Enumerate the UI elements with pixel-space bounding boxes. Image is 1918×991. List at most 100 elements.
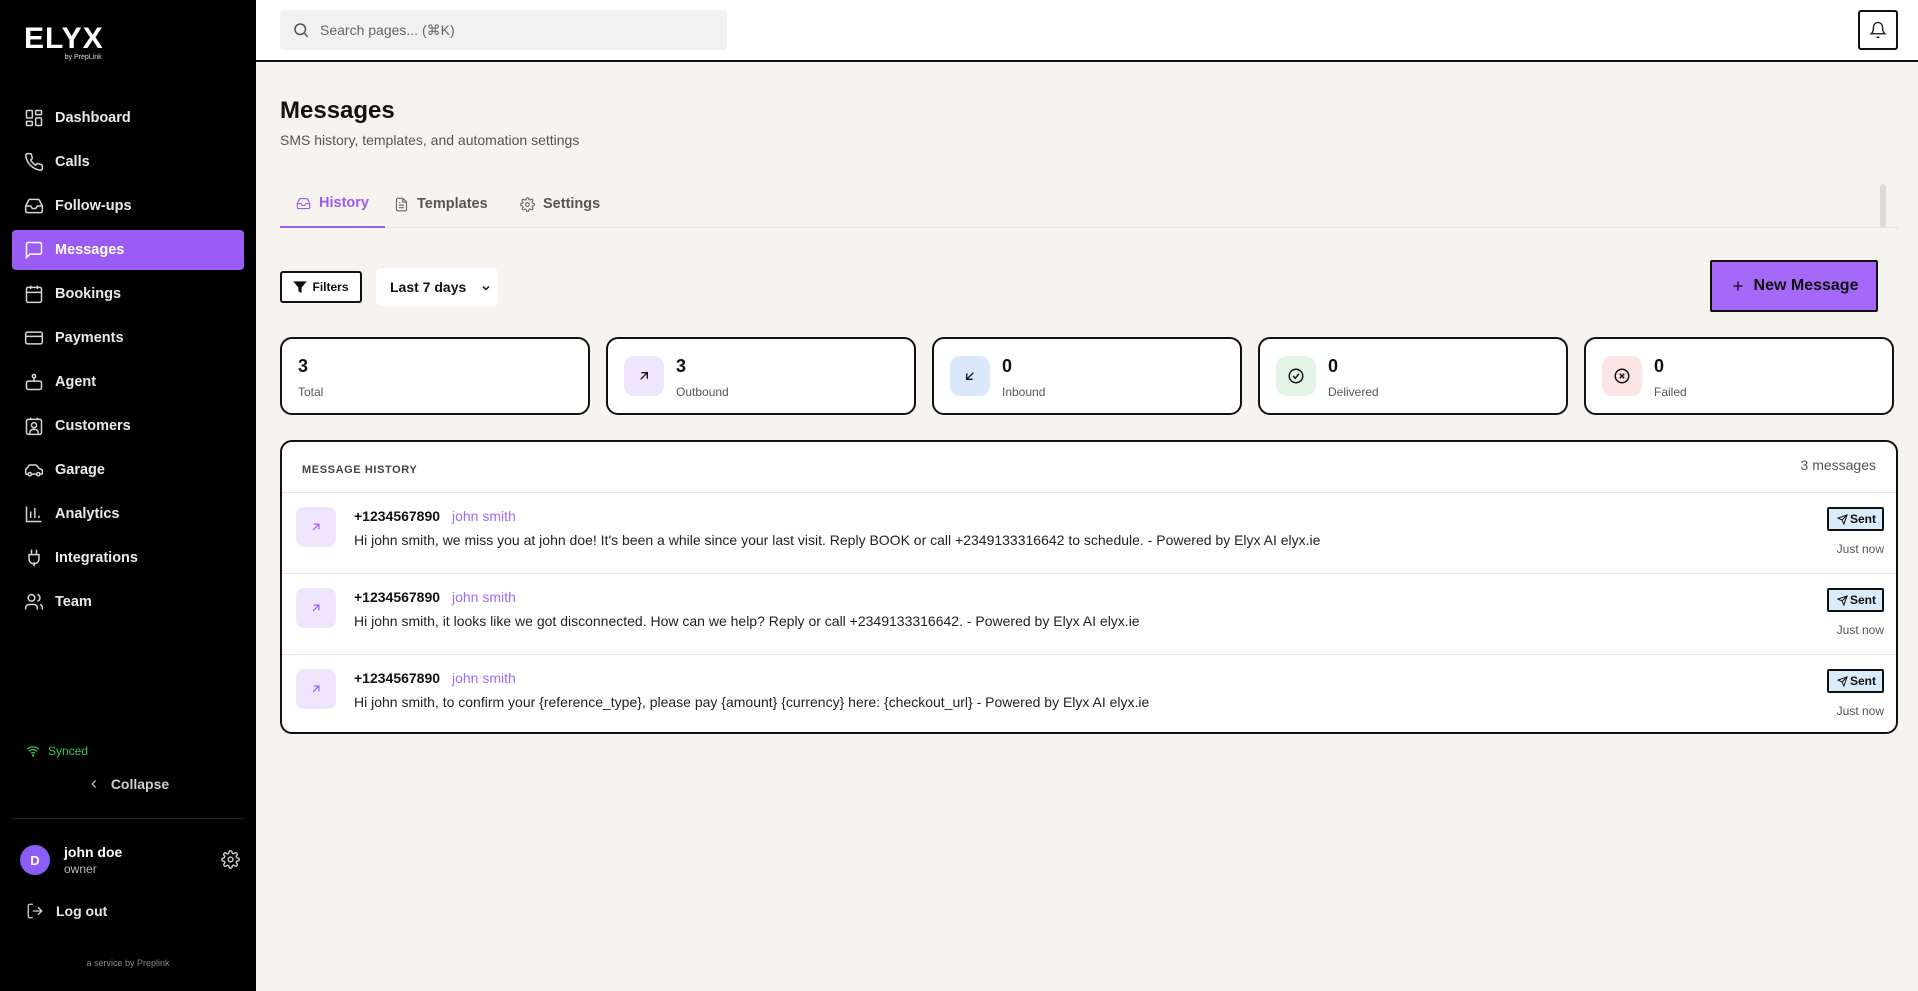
search-input[interactable]	[320, 22, 700, 38]
user-profile[interactable]: D john doe owner	[20, 843, 240, 877]
plus-icon	[1730, 278, 1754, 294]
logo-text: ELYX	[24, 22, 104, 55]
tab-scrollbar[interactable]	[1880, 184, 1886, 228]
tab-label: Settings	[543, 196, 601, 212]
wifi-icon	[26, 744, 48, 758]
user-name: john doe	[64, 844, 123, 860]
tab-history[interactable]: History	[280, 180, 385, 228]
check-circle-icon	[1276, 356, 1316, 396]
stat-card-inbound: 0 Inbound	[932, 337, 1242, 415]
stat-label: Outbound	[676, 385, 729, 399]
date-range-value: Last 7 days	[390, 279, 467, 295]
new-message-label: New Message	[1753, 277, 1859, 294]
stat-label: Delivered	[1328, 385, 1379, 399]
status-label: Sent	[1849, 512, 1876, 526]
status-label: Sent	[1849, 674, 1876, 688]
sidebar-item-follow-ups[interactable]: Follow-ups	[12, 186, 244, 226]
message-row[interactable]: +1234567890 john smith Hi john smith, we…	[282, 492, 1896, 572]
status-label: Sent	[1849, 593, 1876, 607]
logout-label: Log out	[56, 903, 108, 919]
sync-status: Synced	[26, 744, 88, 758]
stat-card-total: 3 Total	[280, 337, 590, 415]
sidebar-item-agent[interactable]: Agent	[12, 362, 244, 402]
stat-label: Total	[298, 385, 324, 399]
gear-icon[interactable]	[221, 850, 240, 869]
message-contact-name[interactable]: john smith	[452, 508, 516, 524]
message-text: Hi john smith, to confirm your {referenc…	[354, 694, 1150, 710]
inbox-icon	[296, 196, 319, 211]
send-icon	[1836, 594, 1850, 606]
message-history-panel: MESSAGE HISTORY 3 messages +1234567890 j…	[280, 440, 1898, 734]
sync-status-label: Synced	[48, 744, 89, 758]
bar-chart-icon	[24, 504, 44, 524]
collapse-label: Collapse	[110, 776, 170, 792]
stat-value: 0	[1002, 356, 1013, 376]
phone-icon	[24, 152, 44, 172]
plug-icon	[24, 548, 44, 568]
message-row[interactable]: +1234567890 john smith Hi john smith, it…	[282, 573, 1896, 653]
sidebar-item-label: Integrations	[55, 550, 138, 566]
notifications-button[interactable]	[1858, 10, 1898, 50]
bot-icon	[24, 372, 44, 392]
contact-icon	[24, 416, 44, 436]
logo[interactable]: ELYX by PrepLink	[24, 22, 104, 62]
new-message-button[interactable]: New Message	[1710, 260, 1878, 312]
sidebar-divider	[12, 818, 244, 819]
chevron-left-icon	[87, 777, 111, 791]
tab-settings[interactable]: Settings	[504, 180, 616, 228]
page-title: Messages	[280, 97, 395, 124]
page-subtitle: SMS history, templates, and automation s…	[280, 132, 580, 148]
car-icon	[24, 460, 44, 480]
sidebar-item-messages[interactable]: Messages	[12, 230, 244, 270]
user-role: owner	[64, 862, 97, 876]
message-row[interactable]: +1234567890 john smith Hi john smith, to…	[282, 654, 1896, 732]
sidebar-item-label: Payments	[55, 330, 124, 346]
filters-button[interactable]: Filters	[280, 271, 362, 303]
sidebar-item-label: Analytics	[55, 506, 120, 522]
sidebar-item-analytics[interactable]: Analytics	[12, 494, 244, 534]
credit-card-icon	[24, 328, 44, 348]
users-icon	[24, 592, 44, 612]
send-icon	[1836, 675, 1850, 687]
message-contact-name[interactable]: john smith	[452, 670, 516, 686]
date-range-select[interactable]: Last 7 days	[376, 268, 498, 306]
filter-icon	[293, 280, 312, 294]
sidebar-item-label: Follow-ups	[55, 198, 132, 214]
gear-icon	[520, 196, 543, 212]
sidebar-item-label: Dashboard	[55, 110, 131, 126]
message-icon	[24, 240, 44, 260]
sidebar-item-dashboard[interactable]: Dashboard	[12, 98, 244, 138]
message-time: Just now	[1836, 623, 1884, 637]
tab-label: History	[319, 195, 369, 211]
sidebar-item-label: Customers	[55, 418, 131, 434]
message-contact-name[interactable]: john smith	[452, 589, 516, 605]
stat-card-outbound: 3 Outbound	[606, 337, 916, 415]
stat-label: Failed	[1654, 385, 1687, 399]
stat-value: 3	[676, 356, 687, 376]
sidebar-item-integrations[interactable]: Integrations	[12, 538, 244, 578]
status-badge: Sent	[1826, 669, 1884, 693]
stat-card-failed: 0 Failed	[1584, 337, 1894, 415]
sidebar-item-garage[interactable]: Garage	[12, 450, 244, 490]
sidebar-item-bookings[interactable]: Bookings	[12, 274, 244, 314]
logout-button[interactable]: Log out	[26, 902, 107, 920]
message-time: Just now	[1836, 542, 1884, 556]
search-box[interactable]	[280, 10, 727, 50]
collapse-button[interactable]: Collapse	[0, 776, 256, 792]
message-text: Hi john smith, it looks like we got disc…	[354, 613, 1140, 629]
sidebar-item-label: Garage	[55, 462, 105, 478]
tab-templates[interactable]: Templates	[378, 180, 504, 228]
sidebar-item-customers[interactable]: Customers	[12, 406, 244, 446]
sidebar-item-label: Messages	[55, 242, 125, 258]
status-badge: Sent	[1826, 507, 1884, 531]
file-text-icon	[394, 197, 417, 212]
message-phone: +1234567890	[354, 670, 441, 686]
sidebar-item-calls[interactable]: Calls	[12, 142, 244, 182]
message-text: Hi john smith, we miss you at john doe! …	[354, 532, 1321, 548]
tab-bar: History Templates Settings	[280, 180, 1898, 228]
sidebar-item-label: Bookings	[55, 286, 122, 302]
sidebar-item-team[interactable]: Team	[12, 582, 244, 622]
sidebar-item-label: Team	[55, 594, 92, 610]
sidebar-item-payments[interactable]: Payments	[12, 318, 244, 358]
search-icon	[292, 21, 320, 39]
